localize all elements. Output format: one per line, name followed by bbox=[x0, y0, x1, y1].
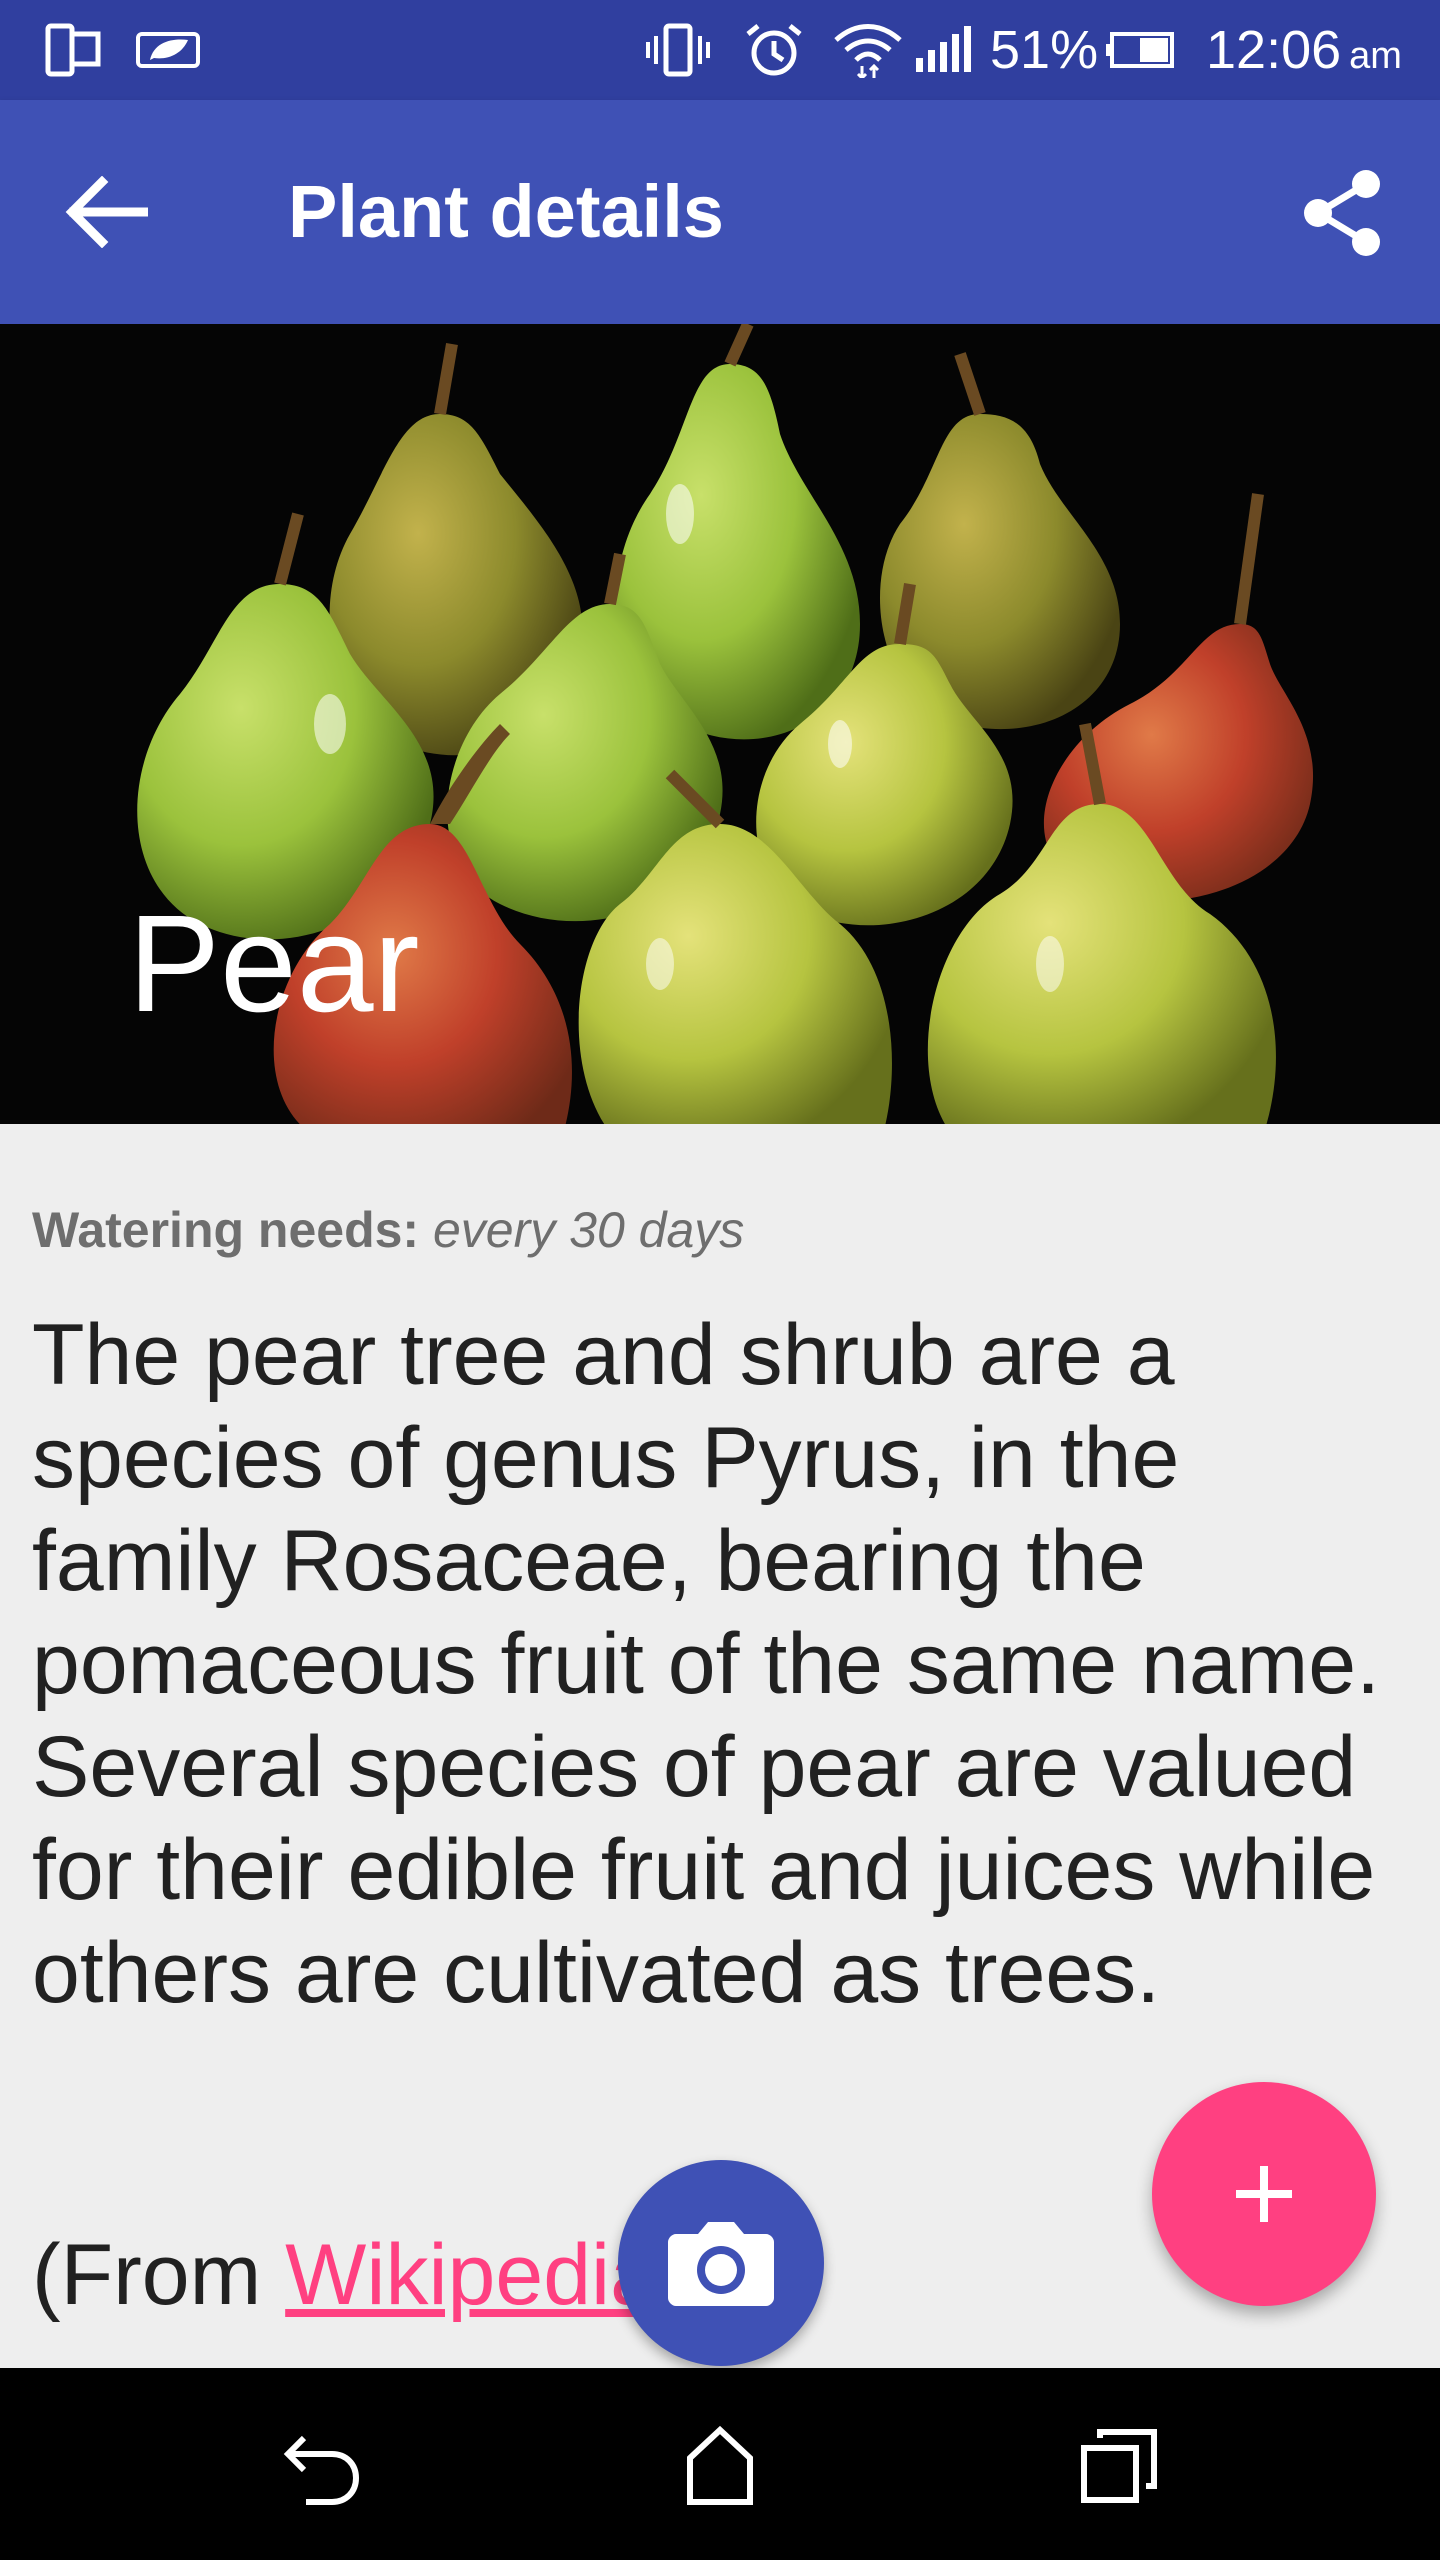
watering-label: Watering needs: bbox=[32, 1202, 420, 1258]
source-prefix: (From bbox=[32, 2227, 286, 2323]
clock-time: 12:06 bbox=[1206, 20, 1342, 80]
leaf-notification-icon bbox=[136, 32, 200, 68]
wifi-icon bbox=[834, 24, 902, 78]
battery-percent: 51% bbox=[990, 20, 1099, 80]
plant-description: The pear tree and shrub are a species of… bbox=[32, 1307, 1381, 2021]
alarm-icon bbox=[746, 24, 802, 76]
plant-name: Pear bbox=[128, 887, 420, 1041]
signal-icon bbox=[916, 26, 971, 72]
screen-mirror-icon bbox=[45, 23, 101, 77]
arrow-back-icon[interactable] bbox=[64, 176, 148, 248]
recents-icon[interactable] bbox=[1070, 2418, 1170, 2510]
clock: 12:06 am bbox=[1206, 20, 1402, 86]
add-plant-button[interactable] bbox=[1152, 2082, 1376, 2306]
wikipedia-link[interactable]: Wikipedia bbox=[285, 2227, 658, 2323]
plant-image: Pear bbox=[0, 324, 1440, 1124]
back-icon[interactable] bbox=[270, 2418, 370, 2510]
status-bar: 51% 12:06 am bbox=[0, 0, 1440, 100]
camera-icon bbox=[668, 2222, 774, 2306]
app-toolbar: Plant details bbox=[0, 100, 1440, 324]
vibrate-icon bbox=[646, 23, 710, 77]
share-icon[interactable] bbox=[1298, 168, 1388, 258]
clock-am-pm: am bbox=[1349, 35, 1402, 77]
battery-icon bbox=[1106, 32, 1174, 68]
camera-button[interactable] bbox=[618, 2160, 824, 2366]
watering-needs: Watering needs: every 30 days bbox=[32, 1200, 744, 1260]
plus-icon bbox=[1236, 2166, 1292, 2222]
home-icon[interactable] bbox=[670, 2418, 770, 2510]
page-title: Plant details bbox=[288, 170, 724, 253]
plant-details-screen: 51% 12:06 am Plant details Pear Watering… bbox=[0, 0, 1440, 2560]
navigation-bar bbox=[0, 2368, 1440, 2560]
source-attribution: (From Wikipedia bbox=[32, 2224, 658, 2327]
watering-value: every 30 days bbox=[433, 1202, 745, 1258]
